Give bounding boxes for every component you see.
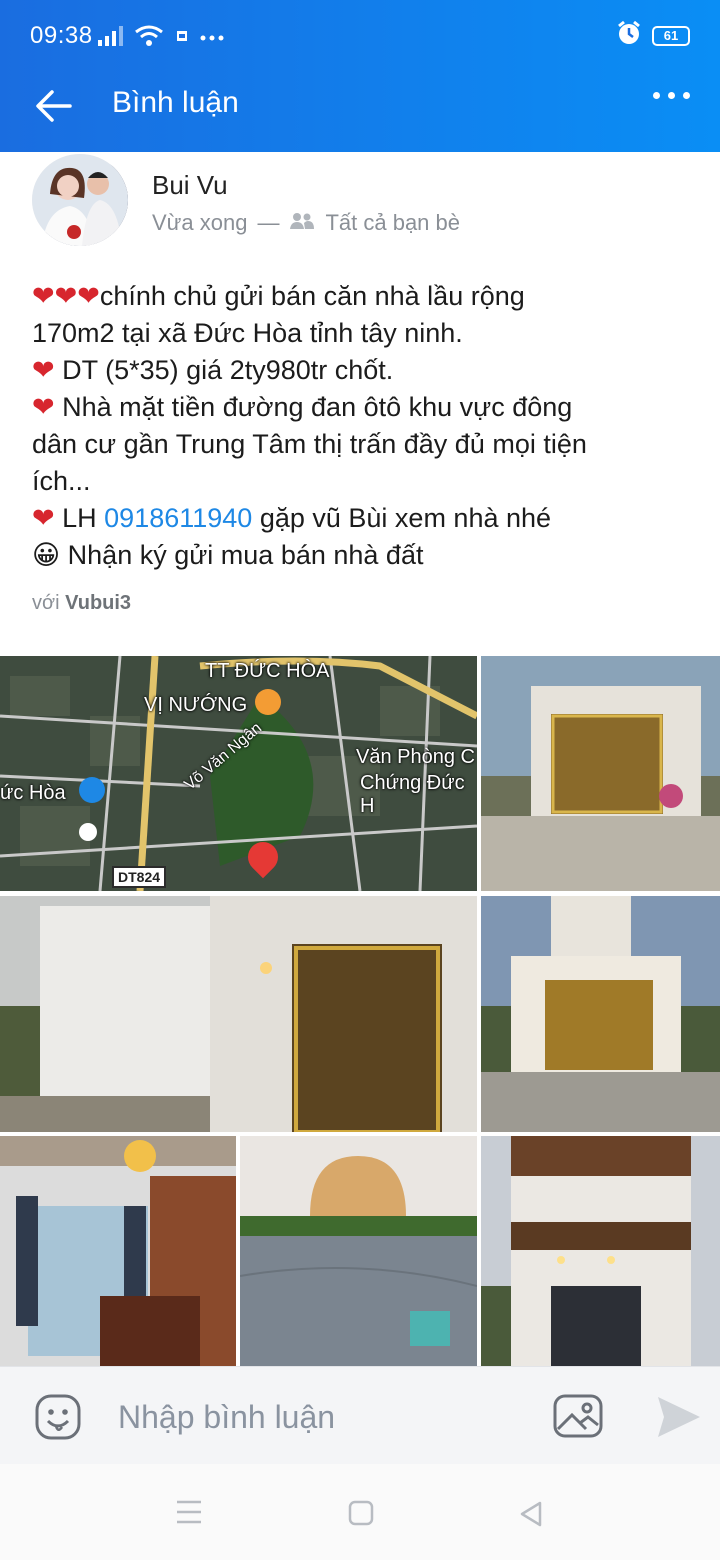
comment-input[interactable]: Nhập bình luận xyxy=(118,1399,335,1436)
status-icons-left xyxy=(98,24,224,51)
post-text: Nhận ký gửi mua bán nhà đất xyxy=(60,540,424,570)
more-dots-icon xyxy=(200,26,224,51)
post-text: DT (5*35) giá 2ty980tr chốt. xyxy=(54,355,394,385)
page-title: Bình luận xyxy=(112,86,239,119)
post-line-6: ích... xyxy=(32,463,692,500)
contact-label: LH xyxy=(54,503,105,533)
comment-bar: Nhập bình luận xyxy=(0,1366,720,1464)
tag-prefix: với xyxy=(32,592,60,614)
author-name[interactable]: Bui Vu xyxy=(152,170,228,201)
post-line-2: 170m2 tại xã Đức Hòa tỉnh tây ninh. xyxy=(32,315,692,352)
post-text: Nhà mặt tiền đường đan ôtô khu vực đông xyxy=(54,392,573,422)
heart-icon: ❤ xyxy=(32,392,55,422)
home-square-icon[interactable] xyxy=(348,1500,374,1531)
map-label-restaurant: VỊ NƯỚNG xyxy=(144,694,248,716)
friends-icon xyxy=(289,210,315,236)
post-line-1: ❤❤❤chính chủ gửi bán căn nhà lầu rộng xyxy=(32,278,692,315)
post-text: 170m2 tại xã Đức Hòa tỉnh tây ninh. xyxy=(32,318,463,348)
map-label-office-1: Văn Phòng C xyxy=(356,746,475,768)
back-triangle-icon[interactable] xyxy=(518,1500,544,1533)
more-horizontal-icon[interactable] xyxy=(653,92,690,99)
system-nav-bar xyxy=(0,1464,720,1560)
photo-house-evening[interactable] xyxy=(481,896,720,1132)
heart-icon: ❤❤❤ xyxy=(32,281,100,311)
post-meta: Vừa xong — Tất cả bạn bè xyxy=(152,210,460,236)
grin-emoji-icon: 😀 xyxy=(32,540,61,570)
photo-gate-front[interactable] xyxy=(481,656,720,891)
wifi-icon xyxy=(134,24,164,51)
status-bar: 09:38 61 xyxy=(0,0,720,56)
heart-icon: ❤ xyxy=(32,355,55,385)
post-text: ích... xyxy=(32,466,91,496)
status-icons-right: 61 xyxy=(616,20,690,51)
post-text: chính chủ gửi bán căn nhà lầu rộng xyxy=(99,281,525,311)
post-line-contact: ❤ LH 0918611940 gặp vũ Bùi xem nhà nhé xyxy=(32,500,692,537)
post-privacy: Tất cả bạn bè xyxy=(325,210,461,235)
map-label-town: TT ĐỨC HÒA xyxy=(205,660,330,682)
back-arrow-icon[interactable] xyxy=(34,86,74,126)
app-bar: Bình luận xyxy=(0,56,720,152)
photo-side-wall[interactable] xyxy=(0,896,477,1132)
photo-map[interactable]: TT ĐỨC HÒA VỊ NƯỚNG Võ Văn Ngân Văn Phòn… xyxy=(0,656,477,891)
avatar[interactable] xyxy=(32,154,128,246)
notification-icon xyxy=(174,26,190,51)
post-time: Vừa xong xyxy=(152,210,248,235)
road-badge: DT824 xyxy=(112,866,167,888)
battery-icon: 61 xyxy=(652,25,690,46)
phone-link[interactable]: 0918611940 xyxy=(104,503,252,533)
send-icon[interactable] xyxy=(654,1393,702,1441)
photo-garden[interactable] xyxy=(240,1136,477,1366)
map-label-office-2: Chứng Đức H xyxy=(360,772,465,817)
post-text: dân cư gần Trung Tâm thị trấn đầy đủ mọi… xyxy=(32,429,587,459)
photo-facade-night[interactable] xyxy=(481,1136,720,1366)
contact-suffix: gặp vũ Bùi xem nhà nhé xyxy=(252,503,552,533)
image-icon[interactable] xyxy=(552,1393,604,1439)
signal-icon xyxy=(98,26,124,51)
heart-icon: ❤ xyxy=(32,503,55,533)
tagged-users: với Vubui3 xyxy=(32,592,131,615)
post-line-last: 😀 Nhận ký gửi mua bán nhà đất xyxy=(32,537,692,574)
post-line-4: ❤ Nhà mặt tiền đường đan ôtô khu vực đôn… xyxy=(32,389,692,426)
tagged-user-link[interactable]: Vubui3 xyxy=(65,592,131,614)
menu-icon[interactable] xyxy=(176,1500,202,1529)
post-line-5: dân cư gần Trung Tâm thị trấn đầy đủ mọi… xyxy=(32,426,692,463)
post-line-3: ❤ DT (5*35) giá 2ty980tr chốt. xyxy=(32,352,692,389)
map-label-left: ức Hòa xyxy=(0,782,66,804)
alarm-icon xyxy=(616,20,642,51)
post-content: ❤❤❤chính chủ gửi bán căn nhà lầu rộng 17… xyxy=(32,278,692,574)
photo-living-room[interactable] xyxy=(0,1136,236,1366)
meta-separator: — xyxy=(257,210,280,235)
status-time: 09:38 xyxy=(30,22,93,49)
sticker-icon[interactable] xyxy=(34,1393,82,1441)
photo-grid: TT ĐỨC HÒA VỊ NƯỚNG Võ Văn Ngân Văn Phòn… xyxy=(0,656,720,1366)
